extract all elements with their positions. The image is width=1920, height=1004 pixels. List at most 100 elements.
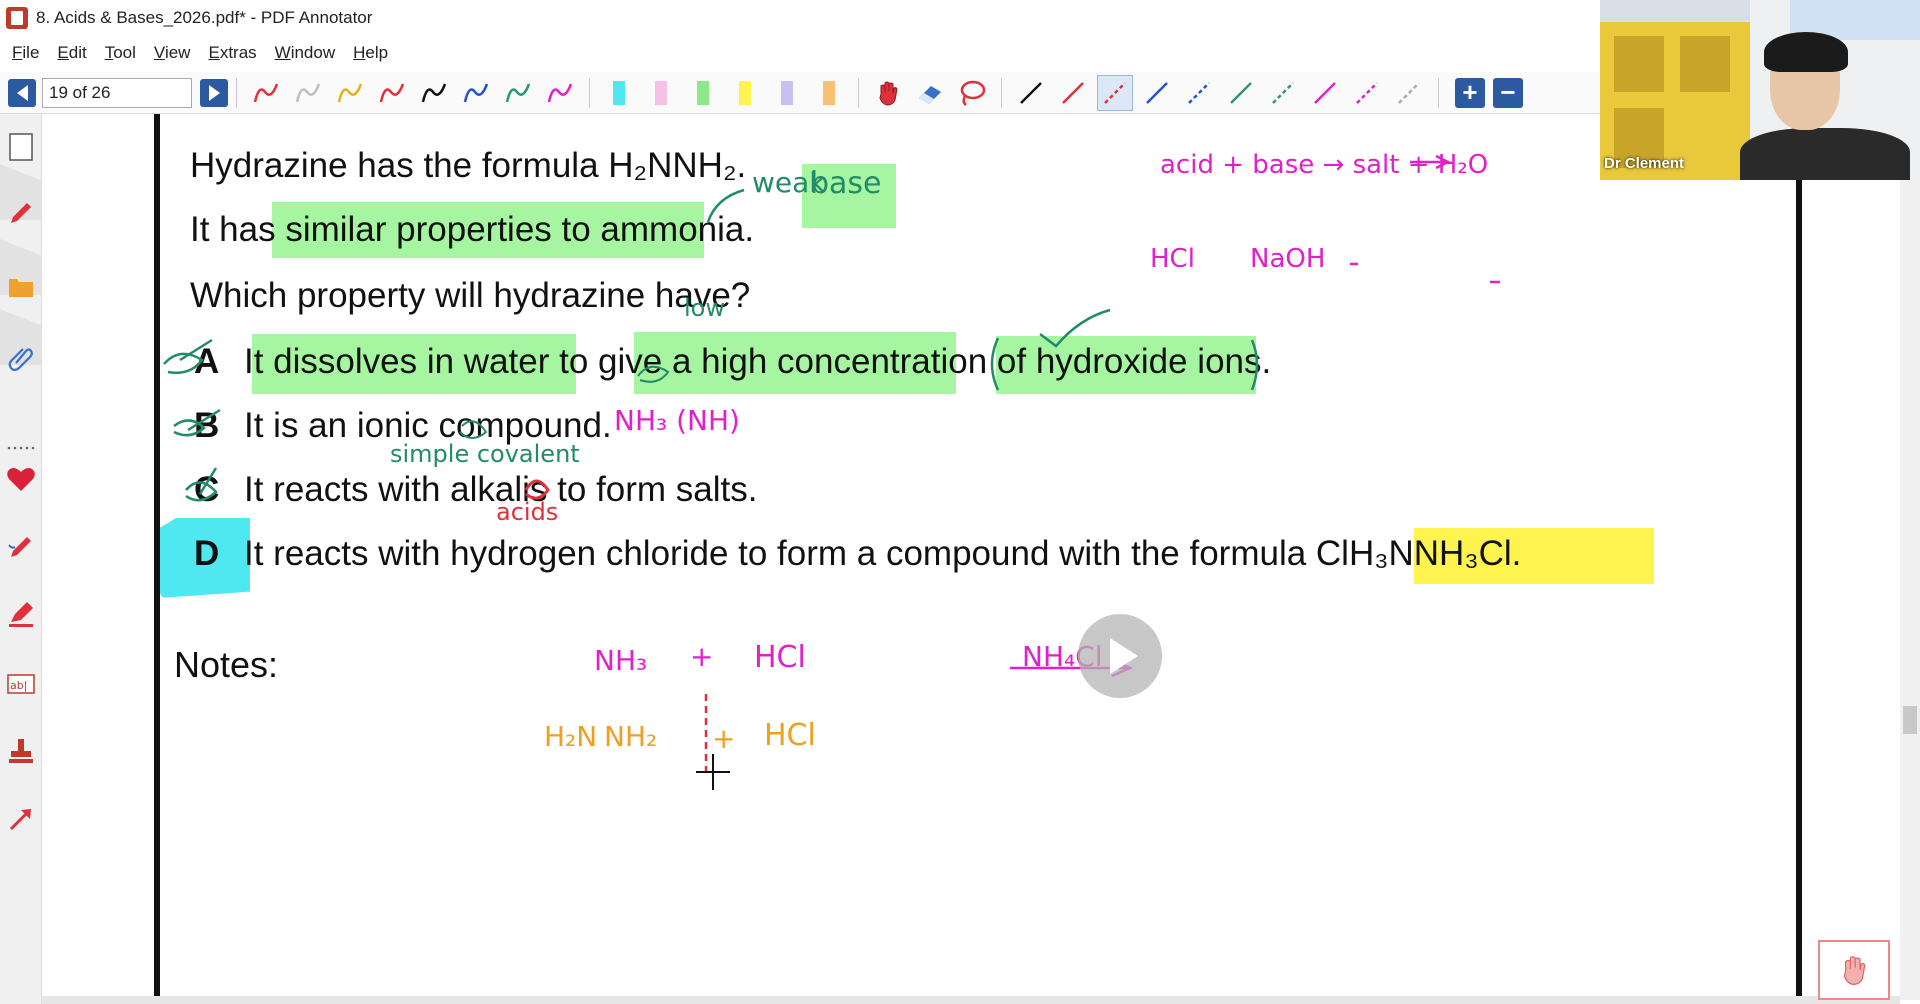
hand-tool-button[interactable] [870,75,906,111]
zoom-out-button[interactable]: − [1493,76,1523,108]
pen-settings-icon [8,537,31,557]
arrow-right-icon [208,84,220,101]
window-title: 8. Acids & Bases_2026.pdf* - PDF Annotat… [36,8,373,27]
highlighter-tool-4[interactable] [727,75,763,111]
pen-tool-3[interactable] [332,75,368,111]
pdf-page: Hydrazine has the formula H₂NNH₂. It has… [154,114,1802,1000]
pen-tool-group [245,75,581,111]
page-number-field[interactable] [42,77,192,108]
annotation-simple-covalent: simple covalent [390,440,580,468]
annotation-low: low [684,294,725,322]
pen-tool-4[interactable] [374,75,410,111]
highlighter-swatch-icon [823,80,835,105]
pen-squiggle-icon [421,83,447,102]
previous-page-button[interactable] [8,78,36,107]
pen-squiggle-icon [463,83,489,102]
minus-icon: − [1500,76,1516,107]
red-pen-icon [11,203,31,223]
highlighter-tool-group [598,75,850,111]
annotation-nh2: NH₂ [604,720,658,753]
highlighter-swatch-icon [613,80,625,105]
folder-button[interactable] [6,272,36,302]
line-tool-1[interactable] [1013,75,1049,111]
menu-bar: File Edit Tool View Extras Window Help [0,38,1600,68]
highlighter-tool-1[interactable] [601,75,637,111]
line-icon [1104,81,1126,104]
pen-panel-button[interactable] [6,198,36,228]
pen-tool-1[interactable] [248,75,284,111]
page-thumbnail-button[interactable] [6,132,36,162]
menu-file[interactable]: File [12,43,39,63]
menu-view[interactable]: View [154,43,191,63]
line-icon [1272,81,1294,104]
video-play-overlay-button[interactable] [1078,614,1162,698]
sidebar-divider-dots [6,444,36,452]
page-icon [9,133,33,161]
text-field-button[interactable]: ab| [6,669,36,699]
document-area[interactable]: Hydrazine has the formula H₂NNH₂. It has… [42,114,1900,1000]
arrow-tool-button[interactable] [6,804,36,834]
pen-tool-8[interactable] [542,75,578,111]
menu-edit[interactable]: Edit [57,43,86,63]
line-tool-4[interactable] [1139,75,1175,111]
menu-extras[interactable]: Extras [208,43,256,63]
webcam-name-label: Dr Clement [1604,155,1685,172]
pen-squiggle-icon [547,83,573,102]
eraser-tool-button[interactable] [912,75,948,111]
highlighter-tool-2[interactable] [643,75,679,111]
pen-tool-6[interactable] [458,75,494,111]
line-tool-2[interactable] [1055,75,1091,111]
line-tool-5[interactable] [1181,75,1217,111]
menu-window[interactable]: Window [275,43,335,63]
line-icon [1230,81,1252,104]
attachment-button[interactable] [6,342,36,372]
highlighter-panel-button[interactable] [6,599,36,629]
highlighter-tool-6[interactable] [811,75,847,111]
annotation-hcl-3: HCl [764,718,816,753]
zoom-in-button[interactable]: + [1455,77,1485,108]
highlighter-swatch-icon [655,80,667,105]
pen-squiggle-icon [379,83,405,102]
highlighter-tool-5[interactable] [769,75,805,111]
line-tool-9[interactable] [1349,75,1385,111]
highlighter-swatch-icon [697,80,709,105]
folder-icon [9,279,33,297]
menu-help[interactable]: Help [353,43,388,63]
heart-icon [7,468,35,491]
raise-hand-button[interactable] [1818,940,1890,1000]
webcam-person-hair [1764,32,1848,72]
annotation-plus-1: + [690,640,714,673]
pen-tool-2[interactable] [290,75,326,111]
stamp-button[interactable] [6,736,36,766]
dots-icon [7,446,35,450]
arrow-icon [9,809,31,831]
line-tool-8[interactable] [1307,75,1343,111]
highlighter-tool-3[interactable] [685,75,721,111]
title-bar: 8. Acids & Bases_2026.pdf* - PDF Annotat… [0,0,1600,36]
lasso-tool-button[interactable] [954,75,990,111]
annotation-nh3-nh: NH₃ (NH) [614,404,740,437]
line-icon [1062,81,1084,104]
favorites-button[interactable] [6,464,36,494]
line-tool-group [1010,74,1430,111]
toolbar-separator [589,77,590,108]
line-tool-3[interactable] [1097,74,1133,111]
scrollbar-thumb[interactable] [1903,706,1917,734]
pen-tool-5[interactable] [416,75,452,111]
vertical-scrollbar[interactable] [1900,114,1920,1000]
annotation-plus-2: + [712,722,736,755]
line-tool-10[interactable] [1391,75,1427,111]
line-tool-7[interactable] [1265,75,1301,111]
next-page-button[interactable] [200,78,228,107]
annotation-acids: acids [496,498,559,526]
pen-tool-7[interactable] [500,75,536,111]
horizontal-scrollbar[interactable] [42,996,1900,1004]
highlighter-swatch-icon [781,80,793,105]
line-tool-6[interactable] [1223,75,1259,111]
handwritten-ink-layer [163,154,1500,790]
webcam-person-body [1740,128,1910,180]
pen-squiggle-icon [505,83,531,102]
menu-tool[interactable]: Tool [105,43,136,63]
pen-settings-button[interactable] [6,532,36,562]
toolbar: + − [0,72,1600,114]
